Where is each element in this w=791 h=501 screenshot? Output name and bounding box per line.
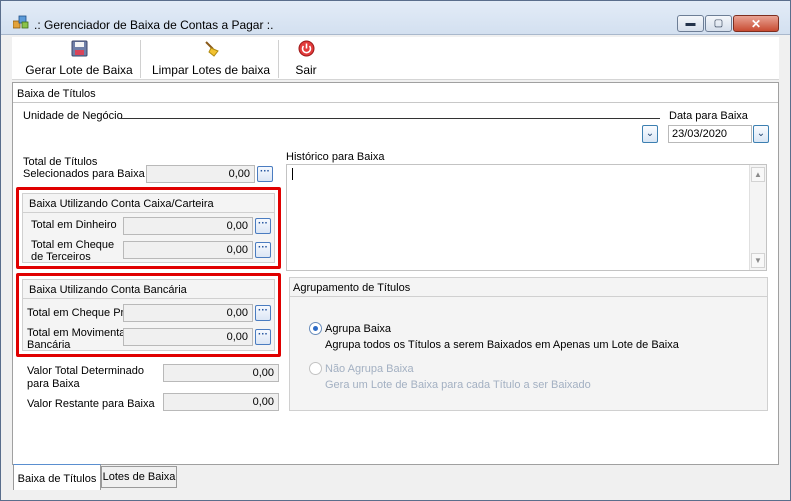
- calendar-dropdown-icon: ⌄: [756, 128, 766, 139]
- cash-group: Baixa Utilizando Conta Caixa/Carteira To…: [22, 193, 275, 263]
- bank-movement-lookup-button[interactable]: ···: [255, 329, 271, 345]
- minimize-icon: ▬: [685, 18, 696, 29]
- power-icon: [298, 40, 314, 57]
- close-icon: ✕: [750, 16, 762, 31]
- group-batch-description: Agrupa todos os Títulos a serem Baixados…: [325, 339, 679, 351]
- titles-panel: Baixa de Títulos Unidade de Negócio ⌄ Da…: [12, 82, 779, 465]
- business-unit-field[interactable]: [23, 125, 640, 143]
- history-scrollbar[interactable]: ▲ ▼: [749, 165, 766, 270]
- grouping-divider: [290, 296, 767, 297]
- cash-value: 0,00: [123, 217, 253, 235]
- save-icon: [71, 40, 87, 57]
- remaining-value: 0,00: [163, 393, 279, 411]
- generate-batch-label: Gerar Lote de Baixa: [25, 63, 133, 77]
- maximize-icon: ▢: [713, 18, 724, 29]
- no-group-batch-description: Gera um Lote de Baixa para cada Título a…: [325, 379, 591, 391]
- third-party-check-label: Total em Cheque: [31, 239, 115, 251]
- third-party-check-lookup-button[interactable]: ···: [255, 242, 271, 258]
- cash-label: Total em Dinheiro: [31, 219, 117, 231]
- toolbar-separator: [278, 40, 279, 78]
- app-icon: [13, 15, 29, 29]
- business-unit-underline: [120, 118, 660, 119]
- toolbar-separator: [140, 40, 141, 78]
- total-determined-label-line2: para Baixa: [27, 378, 80, 390]
- date-label: Data para Baixa: [669, 110, 748, 122]
- no-group-batch-label[interactable]: Não Agrupa Baixa: [325, 363, 414, 375]
- toolbar: Gerar Lote de Baixa Limpar Lotes de baix…: [12, 37, 779, 80]
- business-unit-label: Unidade de Negócio: [23, 110, 123, 122]
- total-titles-label: Total de Títulos: [23, 156, 98, 168]
- total-titles-value: 0,00: [146, 165, 255, 183]
- chevron-down-icon: ⌄: [645, 128, 655, 139]
- ellipsis-icon: ···: [258, 305, 268, 316]
- ellipsis-icon: ···: [260, 166, 270, 177]
- panel-title: Baixa de Títulos: [17, 88, 96, 100]
- group-batch-label[interactable]: Agrupa Baixa: [325, 323, 391, 335]
- ellipsis-icon: ···: [258, 218, 268, 229]
- bank-group-title: Baixa Utilizando Conta Bancária: [29, 284, 187, 296]
- third-party-check-label-line2: de Terceiros: [31, 251, 91, 263]
- exit-label: Sair: [295, 63, 317, 77]
- exit-button[interactable]: Sair: [288, 37, 324, 80]
- minimize-button[interactable]: ▬: [677, 15, 704, 32]
- panel-divider: [13, 102, 778, 103]
- grouping-title: Agrupamento de Títulos: [293, 282, 411, 294]
- maximize-button[interactable]: ▢: [705, 15, 732, 32]
- bank-movement-value: 0,00: [123, 328, 253, 346]
- close-button[interactable]: ✕: [733, 15, 779, 32]
- date-field[interactable]: 23/03/2020: [668, 125, 752, 143]
- no-group-batch-radio[interactable]: [309, 362, 322, 375]
- group-batch-radio[interactable]: [309, 322, 322, 335]
- own-check-value: 0,00: [123, 304, 253, 322]
- clear-batches-button[interactable]: Limpar Lotes de baixa: [150, 37, 272, 80]
- title-bar[interactable]: .: Gerenciador de Baixa de Contas a Paga…: [1, 1, 790, 35]
- history-textarea[interactable]: ▲ ▼: [286, 164, 767, 271]
- cash-lookup-button[interactable]: ···: [255, 218, 271, 234]
- application-window: .: Gerenciador de Baixa de Contas a Paga…: [0, 0, 791, 501]
- bank-group-divider: [23, 298, 274, 299]
- bank-movement-label-line2: Bancária: [27, 339, 71, 351]
- total-determined-label: Valor Total Determinado: [27, 365, 144, 377]
- date-picker-button[interactable]: ⌄: [753, 125, 769, 143]
- tab-titles[interactable]: Baixa de Títulos: [13, 464, 101, 490]
- ellipsis-icon: ···: [258, 329, 268, 340]
- text-cursor: [292, 168, 293, 180]
- own-check-lookup-button[interactable]: ···: [255, 305, 271, 321]
- scroll-down-icon[interactable]: ▼: [751, 253, 765, 268]
- broom-icon: [204, 41, 219, 57]
- grouping-group: Agrupamento de Títulos Agrupa Baixa Agru…: [289, 277, 768, 411]
- generate-batch-button[interactable]: Gerar Lote de Baixa: [20, 37, 138, 80]
- bank-group: Baixa Utilizando Conta Bancária Total em…: [22, 279, 275, 351]
- window-title: .: Gerenciador de Baixa de Contas a Paga…: [34, 18, 274, 32]
- total-determined-value: 0,00: [163, 364, 279, 382]
- clear-batches-label: Limpar Lotes de baixa: [151, 63, 271, 77]
- history-label: Histórico para Baixa: [286, 151, 385, 163]
- third-party-check-value: 0,00: [123, 241, 253, 259]
- business-unit-dropdown[interactable]: ⌄: [642, 125, 658, 143]
- ellipsis-icon: ···: [258, 242, 268, 253]
- total-titles-lookup-button[interactable]: ···: [257, 166, 273, 182]
- tab-batches[interactable]: Lotes de Baixa: [101, 466, 177, 488]
- remaining-label: Valor Restante para Baixa: [27, 398, 155, 410]
- cash-group-title: Baixa Utilizando Conta Caixa/Carteira: [29, 198, 214, 210]
- total-titles-label-line2: Selecionados para Baixa: [23, 168, 145, 180]
- cash-group-divider: [23, 212, 274, 213]
- scroll-up-icon[interactable]: ▲: [751, 167, 765, 182]
